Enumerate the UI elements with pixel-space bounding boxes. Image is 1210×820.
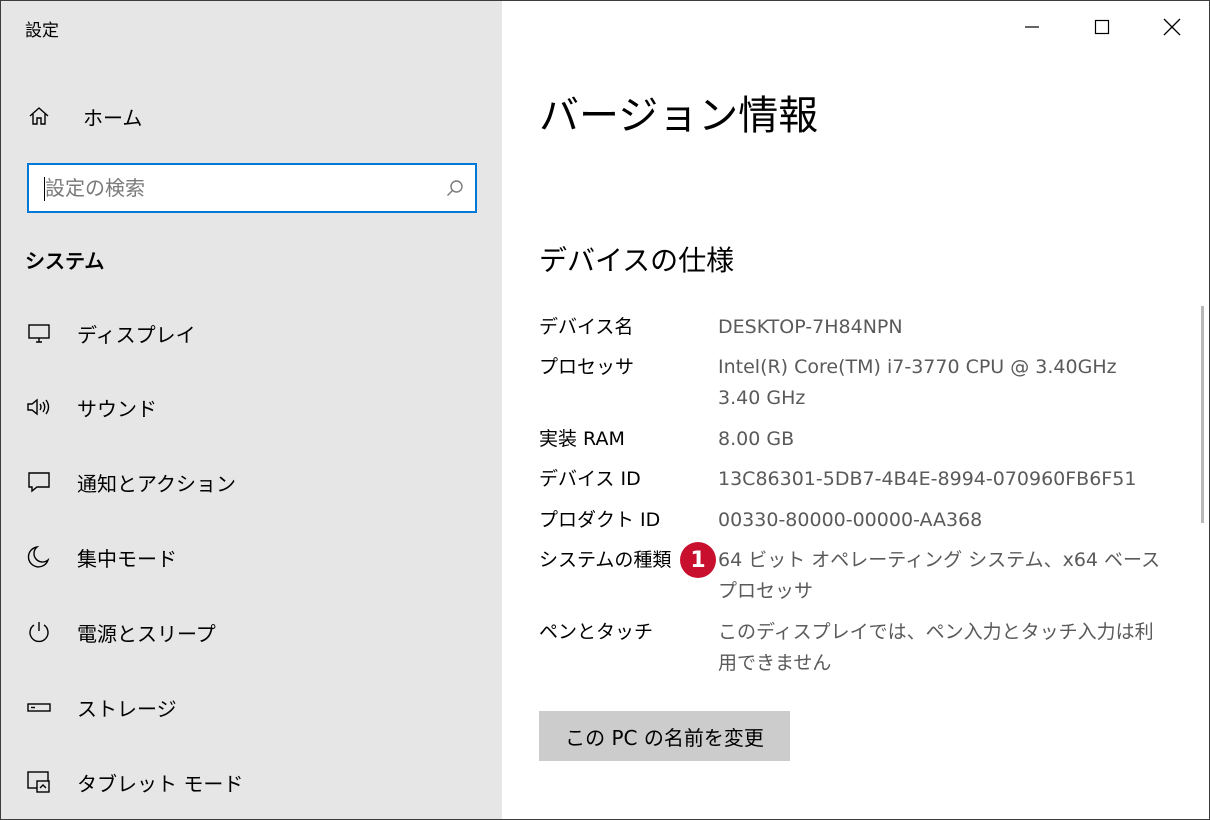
sidebar-item-label: 電源とスリープ <box>77 621 216 646</box>
annotation-badge: 1 <box>680 542 716 578</box>
rename-pc-button[interactable]: この PC の名前を変更 <box>539 711 790 761</box>
close-icon <box>1163 18 1181 36</box>
power-icon <box>25 618 53 646</box>
sidebar: 設定 ホーム システム <box>1 1 502 819</box>
spec-value: 13C86301-5DB7-4B4E-8994-070960FB6F51 <box>718 468 1137 490</box>
system-section-header: システム <box>25 249 105 273</box>
spec-value: Intel(R) Core(TM) i7-3770 CPU @ 3.40GHz … <box>718 356 1117 409</box>
sidebar-item-label: ディスプレイ <box>77 322 196 347</box>
spec-value: 8.00 GB <box>718 428 795 450</box>
spec-value: このディスプレイでは、ペン入力とタッチ入力は利用できません <box>718 621 1154 674</box>
spec-value: 00330-80000-00000-AA368 <box>718 509 983 531</box>
storage-icon <box>25 693 53 721</box>
home-nav-item[interactable]: ホーム <box>25 99 142 133</box>
home-icon <box>25 102 53 130</box>
sidebar-item-tablet-mode[interactable]: タブレット モード <box>25 762 243 802</box>
text-caret <box>44 177 45 201</box>
sidebar-item-label: 通知とアクション <box>77 471 236 496</box>
sidebar-item-display[interactable]: ディスプレイ <box>25 313 196 353</box>
monitor-icon <box>25 319 53 347</box>
maximize-icon <box>1094 19 1110 35</box>
page-title: バージョン情報 <box>539 93 819 139</box>
spec-key: デバイス名 <box>539 316 634 338</box>
search-icon[interactable] <box>435 165 475 211</box>
spec-key: システムの種類 <box>539 549 672 571</box>
sidebar-item-label: 集中モード <box>77 546 177 571</box>
app-title: 設定 <box>25 21 59 41</box>
spec-key: 実装 RAM <box>539 428 625 450</box>
scrollbar[interactable] <box>1201 306 1204 523</box>
sidebar-item-label: タブレット モード <box>77 771 244 796</box>
sidebar-item-power-sleep[interactable]: 電源とスリープ <box>25 612 216 652</box>
notification-icon <box>25 468 53 496</box>
minimize-button[interactable] <box>997 1 1067 53</box>
spec-value: DESKTOP-7H84NPN <box>718 316 903 338</box>
maximize-button[interactable] <box>1067 1 1137 53</box>
spec-key: ペンとタッチ <box>539 621 654 643</box>
sidebar-item-focus-assist[interactable]: 集中モード <box>25 537 177 577</box>
spec-key: デバイス ID <box>539 468 641 490</box>
home-label: ホーム <box>83 105 143 130</box>
moon-icon <box>25 543 53 571</box>
search-input[interactable] <box>29 165 435 211</box>
speaker-icon <box>25 393 53 421</box>
tablet-mode-icon <box>25 768 53 796</box>
settings-window: 設定 ホーム システム <box>0 0 1210 820</box>
minimize-icon <box>1025 26 1039 28</box>
sidebar-item-sound[interactable]: サウンド <box>25 387 157 427</box>
close-button[interactable] <box>1137 1 1207 53</box>
search-box[interactable] <box>27 163 477 213</box>
device-specs-title: デバイスの仕様 <box>539 244 735 277</box>
sidebar-item-label: サウンド <box>77 396 157 421</box>
sidebar-item-notifications[interactable]: 通知とアクション <box>25 462 236 502</box>
sidebar-item-label: ストレージ <box>77 696 177 721</box>
spec-key: プロセッサ <box>539 356 635 378</box>
spec-value: 64 ビット オペレーティング システム、x64 ベース プロセッサ <box>718 549 1161 602</box>
spec-key: プロダクト ID <box>539 509 661 531</box>
sidebar-item-storage[interactable]: ストレージ <box>25 687 177 727</box>
